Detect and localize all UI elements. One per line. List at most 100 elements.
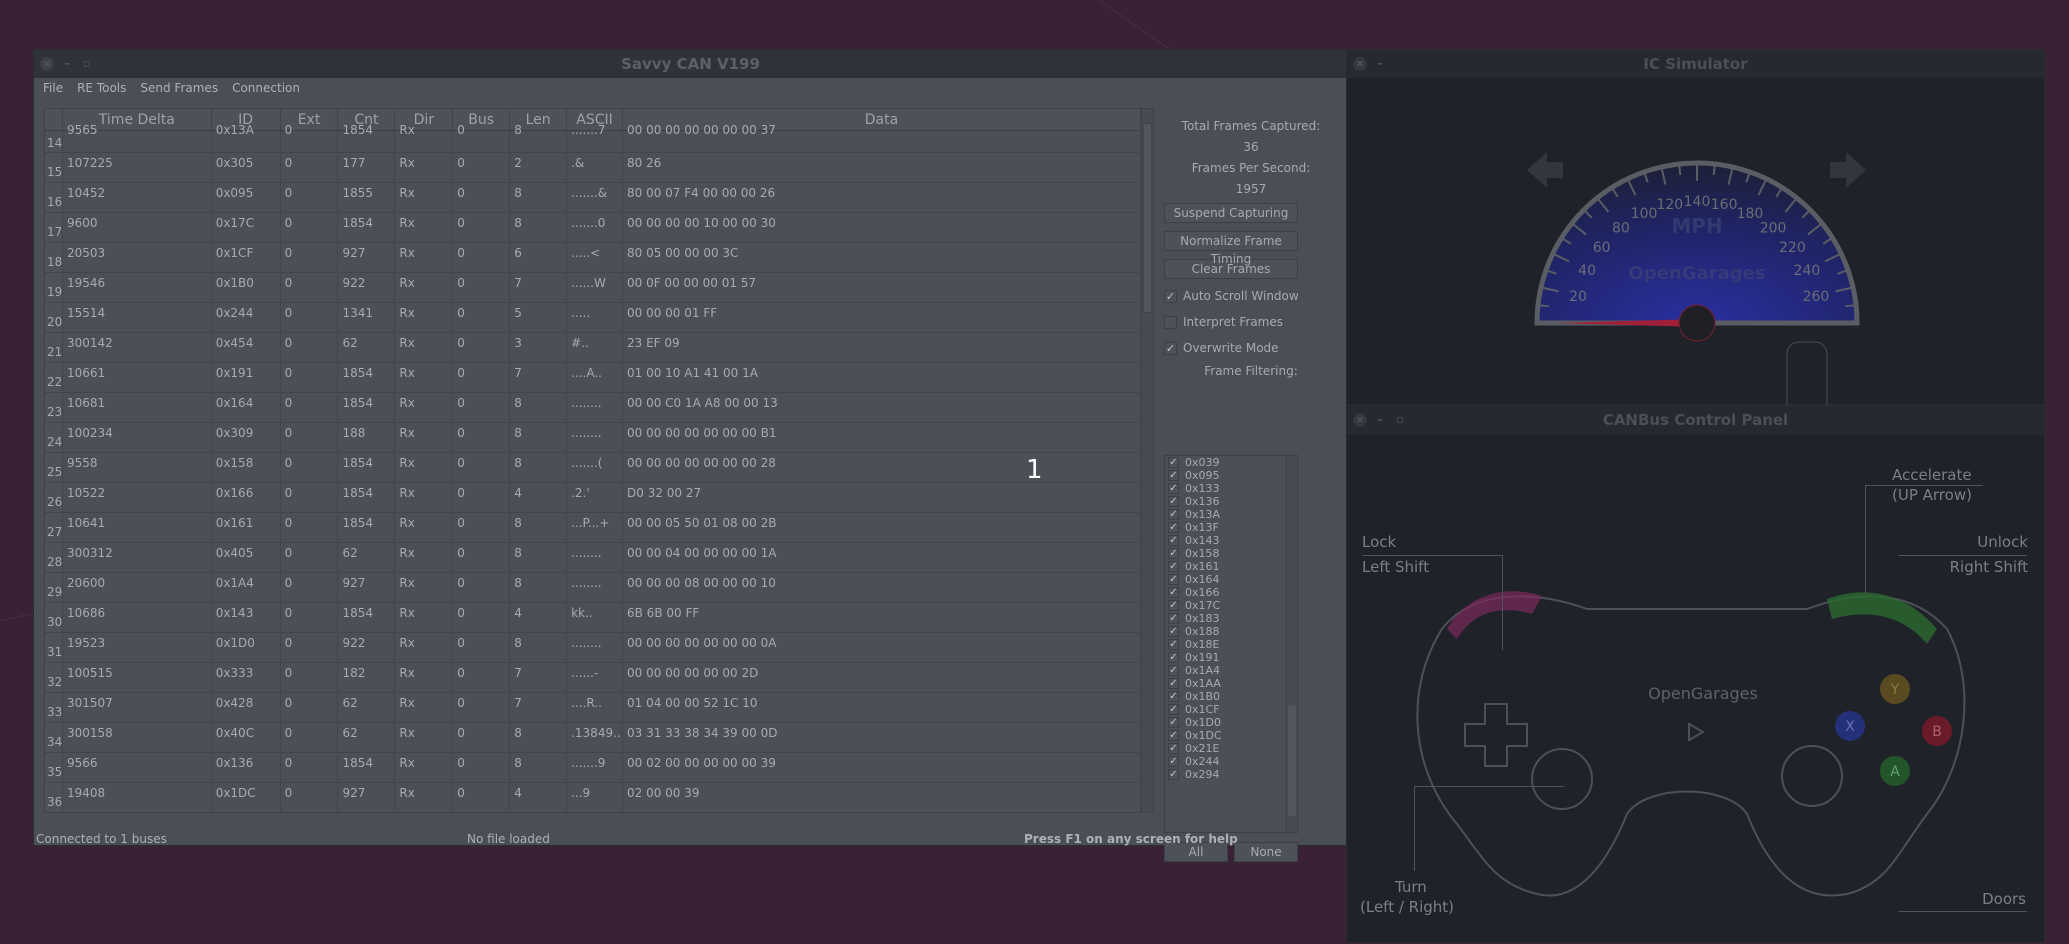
table-cell: 7 (510, 693, 568, 722)
y-button[interactable]: Y (1890, 682, 1900, 698)
filter-item[interactable]: ✓ 0x1A4 (1165, 664, 1297, 677)
table-row[interactable]: 24 100234 0x309 0 188 Rx 0 8........ 00 00 00 00… (45, 423, 1141, 453)
close-icon[interactable]: × (1353, 413, 1367, 427)
table-row[interactable]: 27 10641 0x161 0 1854 Rx 0 8 ...P...+ 00 00 05 50… (45, 513, 1141, 543)
filter-item[interactable]: ✓ 0x1D0 (1165, 716, 1297, 729)
table-row[interactable]: 22 10661 0x191 0 1854 Rx 0 7 ....A.. 01 00 10 A1 … (45, 363, 1141, 393)
table-row[interactable]: 21 300142 0x454 0 62 Rx 0 3 #.. 23 EF 09 (45, 333, 1141, 363)
clear-frames-button[interactable]: Clear Frames (1164, 259, 1298, 279)
table-cell: 0 (453, 543, 511, 572)
filter-item[interactable]: ✓ 0x1AA (1165, 677, 1297, 690)
minimize-icon[interactable]: – (60, 57, 74, 71)
table-row[interactable]: 31 19523 0x1D0 0 922 Rx 0 8........ 00 00 00 00 … (45, 633, 1141, 663)
table-cell: .......9 (567, 753, 623, 782)
table-cell: 107225 (63, 153, 212, 182)
filter-item[interactable]: ✓ 0x158 (1165, 547, 1297, 560)
filter-item[interactable]: ✓ 0x136 (1165, 495, 1297, 508)
overwrite-mode-checkbox[interactable]: ✓ Overwrite Mode (1161, 335, 1341, 361)
table-row[interactable]: 25 9558 0x158 0 1854 Rx 0 8 .......(00 00 00 00 … (45, 453, 1141, 483)
filter-item[interactable]: ✓ 0x18E (1165, 638, 1297, 651)
menu-re-tools[interactable]: RE Tools (77, 78, 126, 98)
overwrite-mode-label: Overwrite Mode (1183, 341, 1279, 355)
table-row[interactable]: 15 107225 0x305 0 177 Rx 0 2 .& 80 26 (45, 153, 1141, 183)
fps-value: 1957 (1235, 182, 1267, 196)
close-icon[interactable]: × (40, 57, 54, 71)
close-icon[interactable]: × (1353, 57, 1367, 71)
right-shoulder-button[interactable] (1827, 592, 1937, 644)
table-cell: 0 (281, 153, 339, 182)
filter-item[interactable]: ✓ 0x17C (1165, 599, 1297, 612)
a-button[interactable]: A (1890, 764, 1900, 780)
table-row[interactable]: 20 15514 0x244 0 1341 Rx 0 5..... 00 00 00 01 FF (45, 303, 1141, 333)
filter-item[interactable]: ✓ 0x166 (1165, 586, 1297, 599)
normalize-frame-timing-button[interactable]: Normalize Frame Timing (1164, 231, 1298, 266)
table-cell: 0 (453, 483, 511, 512)
scrollbar-thumb[interactable] (1288, 706, 1296, 816)
menu-send-frames[interactable]: Send Frames (140, 78, 218, 98)
table-row[interactable]: 17 9600 0x17C 0 1854 Rx 0 8 .......0 00 00 00 00 … (45, 213, 1141, 243)
gauge-tick-label: 80 (1612, 221, 1630, 237)
table-cell: 0 (281, 333, 339, 362)
unlock-key: Right Shift (1949, 558, 2028, 576)
left-turn-signal-icon (1527, 152, 1563, 188)
table-cell: 0 (453, 663, 511, 692)
table-row[interactable]: 26 10522 0x166 0 1854 Rx 0 4.2.' D0 32 00 27 (45, 483, 1141, 513)
filter-item[interactable]: ✓ 0x143 (1165, 534, 1297, 547)
table-cell: 0 (281, 753, 339, 782)
filter-item[interactable]: ✓ 0x164 (1165, 573, 1297, 586)
filter-item[interactable]: ✓ 0x21E (1165, 742, 1297, 755)
car-doors-icon (1786, 341, 1828, 406)
filter-item[interactable]: ✓ 0x1DC (1165, 729, 1297, 742)
filter-item[interactable]: ✓ 0x183 (1165, 612, 1297, 625)
minimize-icon[interactable]: – (1373, 413, 1387, 427)
table-row[interactable]: 14 9565 0x13A 0 1854 Rx 0 8 .......7 00 00 00 00 … (45, 123, 1141, 153)
table-cell: 0 (453, 393, 511, 422)
menu-file[interactable]: File (43, 78, 63, 98)
table-row[interactable]: 32 100515 0x333 0 182 Rx 0 7 ......- 00 00 00 00 … (45, 663, 1141, 693)
interpret-frames-checkbox[interactable]: Interpret Frames (1161, 309, 1341, 335)
filter-item[interactable]: ✓ 0x191 (1165, 651, 1297, 664)
filter-item[interactable]: ✓ 0x13F (1165, 521, 1297, 534)
filter-item[interactable]: ✓ 0x294 (1165, 768, 1297, 781)
table-row[interactable]: 30 10686 0x143 0 1854 Rx 0 4 kk.. 6B 6B 00 FF (45, 603, 1141, 633)
table-cell: 0 (453, 513, 511, 542)
filter-item[interactable]: ✓ 0x244 (1165, 755, 1297, 768)
table-row[interactable]: 34 300158 0x40C 0 62 Rx 0 8.13849.. 03 31 33 38 … (45, 723, 1141, 753)
table-row[interactable]: 16 10452 0x095 0 1855 Rx 0 8 .......& 80 00 07 F4… (45, 183, 1141, 213)
filter-scrollbar[interactable] (1286, 456, 1297, 832)
overlay-number: 1 (1026, 455, 1043, 485)
scrollbar-thumb[interactable] (1143, 123, 1152, 313)
connection-status: Connected to 1 buses (36, 832, 167, 846)
filter-item[interactable]: ✓ 0x1CF (1165, 703, 1297, 716)
filter-item[interactable]: ✓ 0x039 (1165, 456, 1297, 469)
table-row[interactable]: 35 9566 0x136 0 1854 Rx 0 8 .......9 00 02 00 00 … (45, 753, 1141, 783)
table-cell: ....A.. (567, 363, 623, 392)
filter-item[interactable]: ✓ 0x1B0 (1165, 690, 1297, 703)
suspend-capturing-button[interactable]: Suspend Capturing (1164, 203, 1298, 223)
maximize-icon[interactable]: ▫ (1393, 413, 1407, 427)
table-cell: 301507 (63, 693, 212, 722)
accelerate-key: (UP Arrow) (1892, 486, 1972, 504)
left-shoulder-button[interactable] (1447, 591, 1542, 639)
table-row[interactable]: 29 20600 0x1A4 0 927 Rx 0 8........ 00 00 00 08 … (45, 573, 1141, 603)
filter-item[interactable]: ✓ 0x188 (1165, 625, 1297, 638)
maximize-icon[interactable]: ▫ (80, 57, 94, 71)
auto-scroll-checkbox[interactable]: ✓ Auto Scroll Window (1161, 283, 1341, 309)
filter-item[interactable]: ✓ 0x13A (1165, 508, 1297, 521)
x-button[interactable]: X (1845, 719, 1855, 735)
table-row[interactable]: 23 10681 0x164 0 1854 Rx 0 8........ 00 00 C0 1A… (45, 393, 1141, 423)
table-row[interactable]: 19 19546 0x1B0 0 922 Rx 0 7 ......W 00 0F 00 00 0… (45, 273, 1141, 303)
filter-item[interactable]: ✓ 0x095 (1165, 469, 1297, 482)
table-row[interactable]: 36 19408 0x1DC 0 927 Rx 0 4 ...9 02 00 00 39 (45, 783, 1141, 812)
menu-connection[interactable]: Connection (232, 78, 300, 98)
table-cell: 0 (281, 543, 339, 572)
table-row[interactable]: 18 20503 0x1CF 0 927 Rx 0 6 .....< 80 05 00 00 00… (45, 243, 1141, 273)
filter-item[interactable]: ✓ 0x133 (1165, 482, 1297, 495)
table-cell: 00 00 C0 1A A8 00 00 13 (623, 393, 1141, 422)
table-scrollbar[interactable] (1141, 109, 1153, 812)
b-button[interactable]: B (1932, 724, 1942, 740)
minimize-icon[interactable]: – (1373, 57, 1387, 71)
table-row[interactable]: 28 300312 0x405 0 62 Rx 0 8........ 00 00 04 00 … (45, 543, 1141, 573)
filter-item[interactable]: ✓ 0x161 (1165, 560, 1297, 573)
table-row[interactable]: 33 301507 0x428 0 62 Rx 0 7 ....R.. 01 04 00 00 5… (45, 693, 1141, 723)
